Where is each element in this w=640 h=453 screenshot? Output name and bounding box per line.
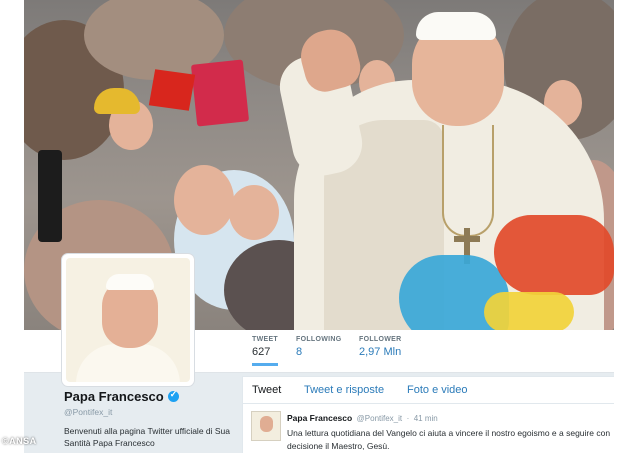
pectoral-cross-bar bbox=[454, 236, 480, 242]
tweet-separator: · bbox=[406, 414, 410, 423]
stat-value: 8 bbox=[296, 346, 303, 358]
red-feather bbox=[494, 215, 614, 295]
crowd-face bbox=[229, 185, 279, 240]
avatar-photo bbox=[66, 258, 190, 382]
tab-foto-e-video[interactable]: Foto e video bbox=[407, 384, 468, 396]
red-tablet bbox=[190, 59, 250, 127]
timeline-tabs: Tweet Tweet e risposte Foto e video bbox=[243, 377, 614, 404]
tweet-author[interactable]: Papa Francesco bbox=[287, 413, 352, 423]
red-flag bbox=[148, 69, 196, 111]
tweet-handle[interactable]: @Pontifex_it bbox=[357, 414, 402, 423]
stat-value: 627 bbox=[252, 346, 271, 358]
stat-label: FOLLOWER bbox=[359, 336, 402, 343]
profile-info: Papa Francesco @Pontifex_it Benvenuti al… bbox=[64, 388, 244, 449]
yellow-feather bbox=[484, 292, 574, 330]
stat-value: 2,97 Mln bbox=[359, 346, 402, 358]
twitter-profile-page: TWEET 627 FOLLOWING 8 FOLLOWER 2,97 Mln … bbox=[24, 0, 614, 453]
timeline: Tweet Tweet e risposte Foto e video Papa… bbox=[242, 376, 614, 453]
stat-followers[interactable]: FOLLOWER 2,97 Mln bbox=[359, 336, 401, 358]
ansa-watermark: ©ANSA bbox=[2, 436, 37, 446]
tweet-body: Papa Francesco @Pontifex_it · 41 min Una… bbox=[287, 408, 614, 453]
tab-tweet-e-risposte[interactable]: Tweet e risposte bbox=[304, 384, 384, 396]
stat-tweets[interactable]: TWEET 627 bbox=[252, 336, 278, 366]
yellow-hat bbox=[94, 88, 140, 114]
tab-tweet[interactable]: Tweet bbox=[252, 384, 281, 396]
tweet-avatar-face bbox=[260, 416, 273, 432]
profile-name[interactable]: Papa Francesco bbox=[64, 389, 164, 404]
profile-avatar[interactable] bbox=[62, 254, 194, 386]
pectoral-chain bbox=[442, 125, 494, 237]
stat-following[interactable]: FOLLOWING 8 bbox=[296, 336, 341, 358]
profile-handle[interactable]: @Pontifex_it bbox=[64, 407, 244, 417]
tweet-avatar[interactable] bbox=[251, 411, 281, 441]
active-tab-underline bbox=[252, 363, 278, 366]
verified-badge-icon bbox=[167, 389, 179, 402]
tweet-time[interactable]: 41 min bbox=[414, 414, 438, 423]
pope-zucchetto bbox=[416, 12, 496, 40]
phone bbox=[38, 150, 62, 242]
avatar-zucchetto bbox=[106, 274, 154, 290]
stat-label: FOLLOWING bbox=[296, 336, 342, 343]
avatar-robe bbox=[76, 344, 180, 382]
crowd-face bbox=[174, 165, 234, 235]
tweet-text: Una lettura quotidiana del Vangelo ci ai… bbox=[287, 428, 611, 451]
stat-label: TWEET bbox=[252, 336, 278, 343]
profile-bio: Benvenuti alla pagina Twitter ufficiale … bbox=[64, 426, 231, 448]
